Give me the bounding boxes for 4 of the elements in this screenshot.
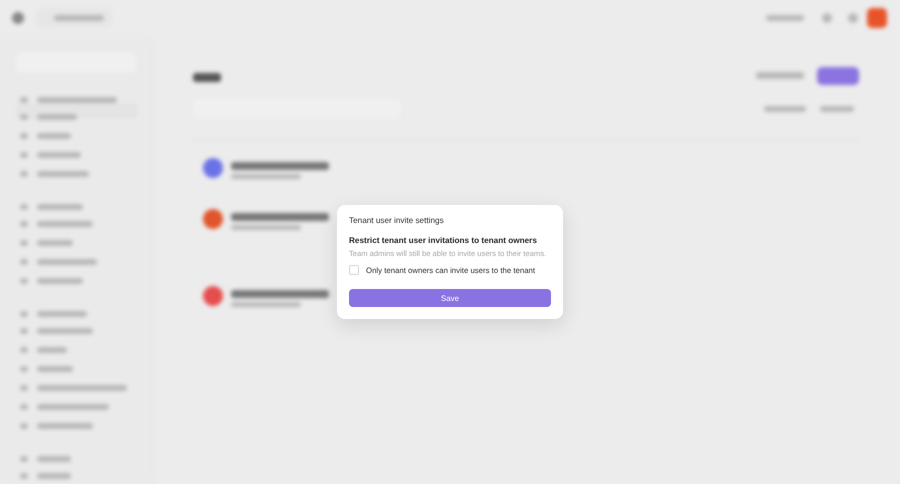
setting-heading: Restrict tenant user invitations to tenant owners <box>349 236 538 245</box>
save-button[interactable]: Save <box>349 289 551 307</box>
checkbox[interactable] <box>349 265 359 275</box>
dialog-title: Tenant user invite settings <box>349 216 445 225</box>
